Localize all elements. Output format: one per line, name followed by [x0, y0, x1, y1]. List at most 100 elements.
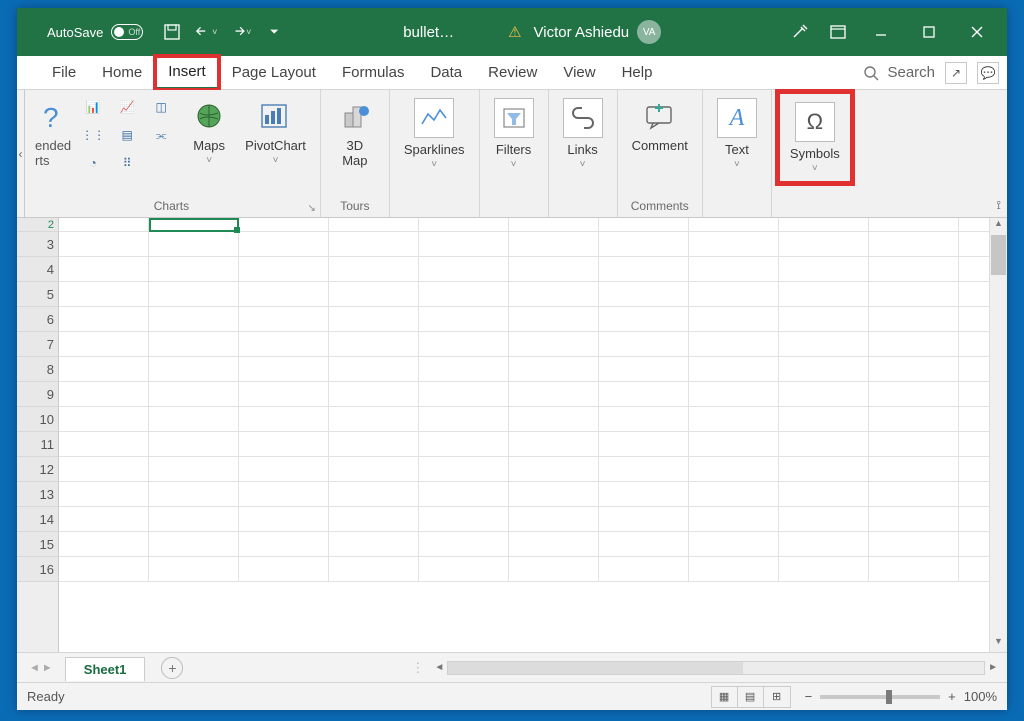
minimize-button[interactable]: [867, 25, 895, 39]
cells-area[interactable]: [59, 218, 989, 652]
tab-insert[interactable]: Insert: [155, 56, 219, 90]
quick-access-toolbar: ˅ ˅ ⏷: [161, 21, 285, 43]
tab-home[interactable]: Home: [89, 56, 155, 90]
3d-map-button[interactable]: 3D Map: [331, 96, 379, 170]
scroll-thumb[interactable]: [991, 235, 1006, 275]
worksheet-grid[interactable]: 2 3 4 5 6 7 8 9 10 11 12 13 14 15 16: [17, 218, 1007, 652]
zoom-thumb[interactable]: [886, 690, 892, 704]
warning-icon[interactable]: ⚠: [508, 23, 521, 41]
maximize-button[interactable]: [915, 26, 943, 38]
group-comments: Comment Comments: [618, 90, 703, 217]
pivotchart-icon: [258, 98, 294, 134]
3d-map-icon: [337, 98, 373, 134]
row-header[interactable]: 12: [17, 457, 58, 482]
coming-soon-icon[interactable]: [791, 23, 809, 41]
status-bar: Ready ▦ ▤ ⊞ − + 100%: [17, 682, 1007, 710]
scatter-chart-icon[interactable]: ⋮⋮: [81, 124, 105, 146]
comments-pane-icon[interactable]: 💬: [977, 62, 999, 84]
vertical-scrollbar[interactable]: ▲ ▼: [989, 218, 1007, 652]
tab-help[interactable]: Help: [609, 56, 666, 90]
add-sheet-button[interactable]: +: [161, 657, 183, 679]
symbols-label: Symbols: [790, 146, 840, 161]
row-header[interactable]: 10: [17, 407, 58, 432]
sheet-nav[interactable]: ◄►: [17, 662, 65, 674]
page-break-view-icon[interactable]: ⊞: [764, 687, 790, 707]
tab-page-layout[interactable]: Page Layout: [219, 56, 329, 90]
stat-chart-icon[interactable]: ⠿: [115, 152, 139, 174]
more-charts-icon[interactable]: [149, 152, 173, 174]
hierarchy-chart-icon[interactable]: ◫: [149, 96, 173, 118]
hscroll-thumb[interactable]: [448, 662, 743, 674]
sheet-tab-active[interactable]: Sheet1: [65, 657, 146, 681]
text-icon: A: [717, 98, 757, 138]
3d-map-label: 3D Map: [342, 138, 367, 168]
bar-chart-icon[interactable]: ▤: [115, 124, 139, 146]
tab-view[interactable]: View: [550, 56, 608, 90]
close-button[interactable]: [963, 25, 991, 39]
autosave-toggle[interactable]: AutoSave Off: [47, 24, 143, 40]
row-header[interactable]: 2: [17, 218, 58, 232]
recommended-charts-icon[interactable]: ?: [33, 96, 73, 134]
links-button[interactable]: Links: [559, 96, 607, 171]
avatar: VA: [637, 20, 661, 44]
line-chart-icon[interactable]: 📈: [115, 96, 139, 118]
scroll-up-icon[interactable]: ▲: [990, 218, 1007, 234]
sparklines-button[interactable]: Sparklines: [400, 96, 469, 171]
combo-chart-icon[interactable]: ⫘: [149, 124, 173, 146]
zoom-level[interactable]: 100%: [964, 689, 997, 704]
pie-chart-icon[interactable]: ◔: [81, 152, 105, 174]
share-icon[interactable]: ↗: [945, 62, 967, 84]
search-box[interactable]: Search: [863, 64, 935, 81]
text-button[interactable]: A Text: [713, 96, 761, 171]
tab-data[interactable]: Data: [417, 56, 475, 90]
group-sparklines: Sparklines: [390, 90, 480, 217]
collapse-ribbon-icon[interactable]: ⟟: [997, 198, 1001, 213]
row-header[interactable]: 6: [17, 307, 58, 332]
splitter-icon[interactable]: ⋮: [411, 660, 417, 676]
account-button[interactable]: Victor Ashiedu VA: [534, 20, 662, 44]
active-cell-indicator: [149, 218, 239, 232]
row-header[interactable]: 11: [17, 432, 58, 457]
charts-dialog-launcher[interactable]: ↘: [307, 203, 315, 214]
zoom-out-icon[interactable]: −: [805, 689, 813, 704]
row-header[interactable]: 3: [17, 232, 58, 257]
page-layout-view-icon[interactable]: ▤: [738, 687, 764, 707]
row-header[interactable]: 4: [17, 257, 58, 282]
row-header[interactable]: 5: [17, 282, 58, 307]
row-header[interactable]: 8: [17, 357, 58, 382]
save-icon[interactable]: [161, 21, 183, 43]
symbols-button[interactable]: Ω Symbols: [786, 100, 844, 175]
filters-button[interactable]: Filters: [490, 96, 538, 171]
undo-icon[interactable]: ˅: [195, 21, 217, 43]
scroll-down-icon[interactable]: ▼: [990, 636, 1007, 652]
column-chart-icon[interactable]: 📊: [81, 96, 105, 118]
horizontal-scrollbar[interactable]: ◄ ►: [431, 661, 1001, 675]
scroll-right-icon[interactable]: ►: [985, 662, 1001, 673]
pivotchart-button[interactable]: PivotChart: [241, 96, 310, 167]
row-header[interactable]: 16: [17, 557, 58, 582]
normal-view-icon[interactable]: ▦: [712, 687, 738, 707]
row-headers: 2 3 4 5 6 7 8 9 10 11 12 13 14 15 16: [17, 218, 59, 652]
row-header[interactable]: 7: [17, 332, 58, 357]
comment-button[interactable]: Comment: [628, 96, 692, 155]
tab-formulas[interactable]: Formulas: [329, 56, 418, 90]
row-header[interactable]: 14: [17, 507, 58, 532]
sheet-next-icon[interactable]: ►: [42, 662, 53, 674]
toggle-track[interactable]: Off: [111, 24, 143, 40]
scroll-left-icon[interactable]: ◄: [431, 662, 447, 673]
row-header[interactable]: 9: [17, 382, 58, 407]
zoom-in-icon[interactable]: +: [948, 689, 956, 704]
customize-qat-icon[interactable]: ⏷: [263, 21, 285, 43]
zoom-slider[interactable]: [820, 695, 940, 699]
redo-icon[interactable]: ˅: [229, 21, 251, 43]
tab-review[interactable]: Review: [475, 56, 550, 90]
username: Victor Ashiedu: [534, 24, 630, 41]
tab-file[interactable]: File: [39, 56, 89, 90]
ribbon-display-icon[interactable]: [829, 23, 847, 41]
row-header[interactable]: 13: [17, 482, 58, 507]
charts-group-label: Charts: [154, 197, 189, 215]
view-buttons: ▦ ▤ ⊞: [711, 686, 791, 708]
maps-button[interactable]: Maps: [185, 96, 233, 167]
row-header[interactable]: 15: [17, 532, 58, 557]
sheet-prev-icon[interactable]: ◄: [29, 662, 40, 674]
